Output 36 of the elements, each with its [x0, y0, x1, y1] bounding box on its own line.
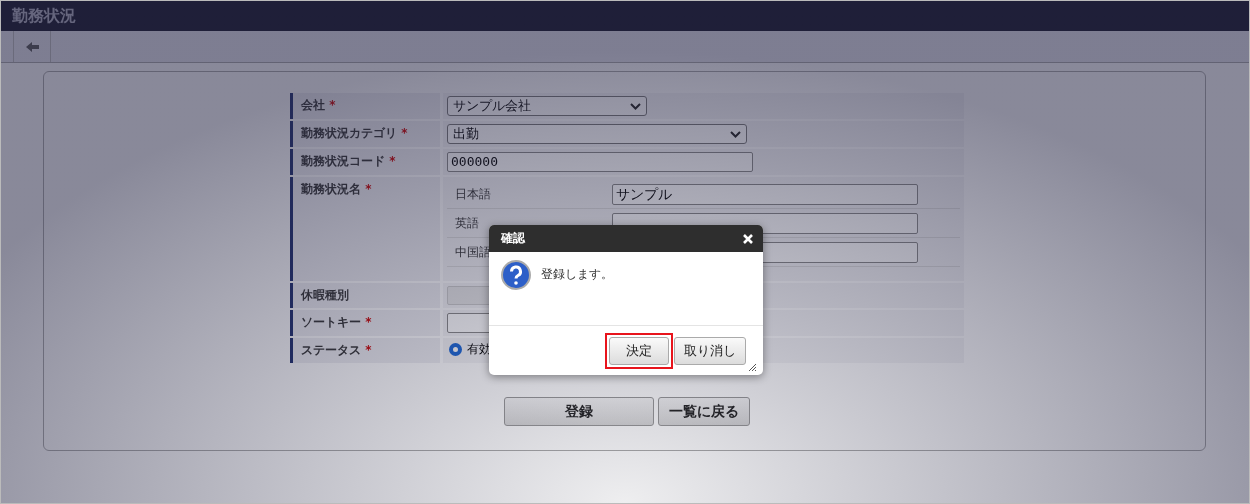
dialog-message: 登録します。 — [541, 266, 613, 283]
select-field[interactable]: 出勤 — [447, 124, 747, 144]
field-label: ステータス — [301, 343, 361, 357]
select-field[interactable]: サンプル会社 — [447, 96, 647, 116]
required-mark: * — [364, 315, 372, 329]
required-mark: * — [364, 343, 372, 357]
question-icon — [501, 260, 531, 290]
field-label: 会社 — [301, 98, 325, 112]
register-button[interactable]: 登録 — [504, 397, 654, 426]
name-field[interactable]: サンプル — [612, 183, 918, 205]
language-label: 英語 — [455, 214, 480, 232]
language-label: 中国語 — [455, 243, 492, 261]
required-mark: * — [400, 126, 408, 140]
required-mark: * — [388, 154, 396, 168]
confirm-button[interactable]: 決定 — [609, 336, 669, 365]
language-label: 日本語 — [455, 185, 492, 203]
close-icon — [743, 233, 753, 244]
text-field[interactable]: 000000 — [447, 152, 753, 172]
required-mark: * — [328, 98, 336, 112]
field-label: 勤務状況名 — [301, 182, 361, 196]
field-label: 勤務状況コード — [301, 154, 385, 168]
chevron-down-icon — [730, 130, 741, 138]
chevron-down-icon — [630, 102, 641, 110]
field-label: ソートキー — [301, 315, 361, 329]
field-label: 勤務状況カテゴリ — [301, 126, 397, 140]
required-mark: * — [364, 182, 372, 196]
cancel-button[interactable]: 取り消し — [674, 336, 746, 365]
dialog-title: 確認 — [501, 230, 525, 247]
back-arrow-icon — [25, 41, 39, 52]
back-to-list-button[interactable]: 一覧に戻る — [658, 397, 750, 426]
field-label: 休暇種別 — [301, 288, 349, 302]
close-button[interactable] — [743, 233, 753, 244]
radio-button[interactable] — [449, 343, 462, 356]
window-title: 勤務状況 — [1, 1, 1249, 31]
resize-grip-icon[interactable] — [748, 363, 756, 371]
back-button[interactable] — [13, 31, 51, 62]
